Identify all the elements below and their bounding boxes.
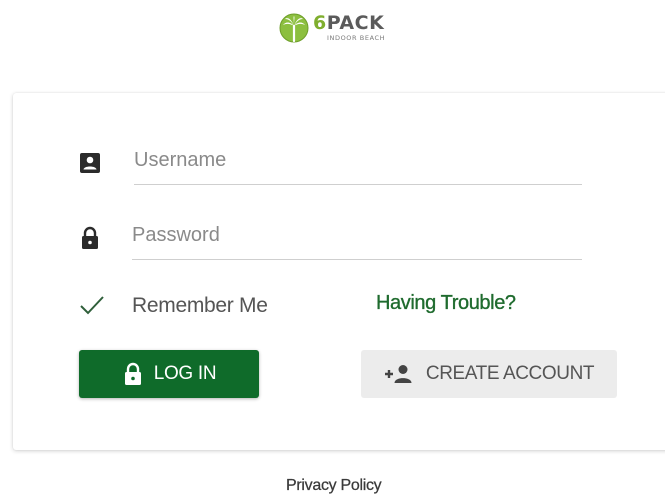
username-input[interactable] (134, 145, 578, 175)
privacy-policy-link[interactable]: Privacy Policy (286, 477, 382, 495)
having-trouble-link[interactable]: Having Trouble? (376, 292, 516, 315)
create-account-button-label: CREATE ACCOUNT (425, 363, 595, 384)
logo-wordmark: 6PACK INDOOR BEACH (313, 14, 385, 42)
password-underline (132, 259, 582, 260)
username-underline (134, 184, 582, 185)
logo-subtitle: INDOOR BEACH (327, 34, 386, 43)
palm-tree-logo-icon (279, 13, 309, 43)
brand-logo: 6PACK INDOOR BEACH (279, 8, 385, 48)
logo-brand-prefix: 6 (313, 12, 327, 35)
remember-me-label[interactable]: Remember Me (132, 294, 268, 318)
logo-brand-name: 6PACK (313, 14, 385, 33)
logo-brand-word: PACK (326, 12, 385, 35)
login-button[interactable]: LOG IN (79, 350, 259, 398)
create-account-button[interactable]: CREATE ACCOUNT (361, 350, 617, 398)
password-input[interactable] (132, 220, 578, 250)
lock-icon (124, 362, 141, 385)
login-button-label: LOG IN (153, 363, 217, 384)
user-badge-icon (80, 153, 100, 173)
login-page: 6PACK INDOOR BEACH Remember Me Having Tr… (0, 0, 665, 498)
lock-icon (82, 226, 98, 249)
checkmark-icon[interactable] (79, 293, 105, 317)
add-person-icon (384, 365, 412, 383)
